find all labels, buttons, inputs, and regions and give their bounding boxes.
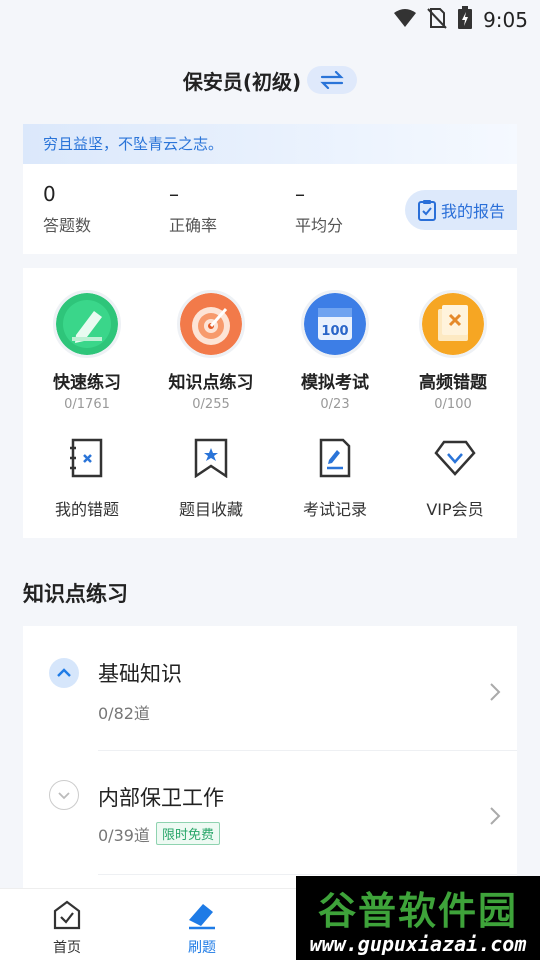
knowledge-item-count: 0/39道 限时免费 [98, 822, 220, 846]
knowledge-item-title: 内部保卫工作 [98, 786, 224, 810]
stat-average-score: – 平均分 [295, 182, 344, 235]
target-icon [177, 290, 245, 358]
chevron-right-icon [489, 806, 501, 830]
no-sim-icon [427, 7, 447, 33]
tab-practice[interactable]: 刷题 [157, 899, 247, 957]
status-time: 9:05 [483, 8, 528, 32]
knowledge-item-basics[interactable]: 基础知识 0/82道 [23, 626, 517, 750]
watermark-url: www.gupuxiazai.com [309, 932, 527, 956]
svg-text:100: 100 [321, 324, 348, 339]
exam-record-icon [275, 436, 395, 480]
stat-answer-count: 0 答题数 [43, 182, 92, 235]
bookmark-icon [151, 436, 271, 480]
exam-record-button[interactable]: 考试记录 [275, 436, 395, 520]
page-title: 保安员(初级) [182, 69, 302, 94]
knowledge-section-title: 知识点练习 [23, 582, 128, 606]
knowledge-list: 基础知识 0/82道 内部保卫工作 0/39道 限时免费 [23, 626, 517, 896]
wrong-book-icon [27, 436, 147, 480]
knowledge-practice-tile[interactable]: 知识点练习 0/255 [151, 290, 271, 412]
watermark-logo: 谷普软件园 www.gupuxiazai.com [296, 876, 540, 960]
calendar-100-icon: 100 [301, 290, 369, 358]
wifi-icon [393, 8, 417, 32]
divider [98, 750, 517, 751]
knowledge-item-internal-security[interactable]: 内部保卫工作 0/39道 限时免费 [23, 752, 517, 876]
chevron-right-icon [489, 682, 501, 706]
knowledge-item-title: 基础知识 [98, 662, 182, 686]
status-bar: 9:05 [0, 0, 540, 38]
quick-practice-tile[interactable]: 快速练习 0/1761 [27, 290, 147, 412]
pencil-icon [53, 290, 121, 358]
free-badge: 限时免费 [155, 822, 220, 845]
header: 保安员(初级) [0, 60, 540, 100]
stat-accuracy: – 正确率 [169, 182, 218, 235]
my-report-button[interactable]: 我的报告 [405, 190, 517, 230]
clipboard-check-icon [417, 200, 436, 221]
vip-member-button[interactable]: VIP会员 [395, 436, 515, 520]
watermark-title: 谷普软件园 [317, 888, 518, 933]
chevron-down-icon[interactable] [49, 780, 79, 810]
knowledge-item-count: 0/82道 [98, 704, 150, 723]
eraser-pen-icon [157, 899, 247, 931]
wrong-doc-icon [419, 290, 487, 358]
favorites-button[interactable]: 题目收藏 [151, 436, 271, 520]
swap-icon [320, 71, 344, 89]
chevron-up-icon[interactable] [49, 658, 79, 688]
summary-card: 穷且益坚，不坠青云之志。 0 答题数 – 正确率 – 平均分 我的报告 [23, 124, 517, 254]
divider [98, 874, 517, 875]
diamond-icon [395, 436, 515, 480]
switch-exam-button[interactable] [307, 66, 358, 94]
mock-exam-tile[interactable]: 100 模拟考试 0/23 [275, 290, 395, 412]
my-wrong-questions-button[interactable]: 我的错题 [27, 436, 147, 520]
battery-charging-icon [457, 6, 473, 34]
home-check-icon [22, 899, 112, 931]
motto-banner: 穷且益坚，不坠青云之志。 [23, 124, 517, 164]
practice-card: 快速练习 0/1761 知识点练习 0/255 100 模拟考试 0/23 高频… [23, 268, 517, 538]
tab-home[interactable]: 首页 [22, 899, 112, 957]
my-report-label: 我的报告 [440, 202, 505, 221]
frequent-errors-tile[interactable]: 高频错题 0/100 [393, 290, 513, 412]
